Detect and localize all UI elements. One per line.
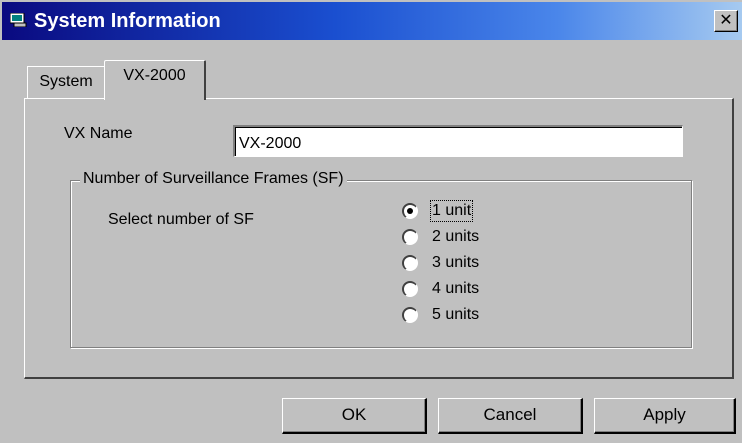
radio-2-units-label: 2 units xyxy=(432,228,480,245)
title-bar[interactable]: System Information ✕ xyxy=(2,2,742,40)
radio-5-units-label: 5 units xyxy=(432,306,480,323)
close-button[interactable]: ✕ xyxy=(714,10,738,32)
sf-groupbox xyxy=(70,180,692,348)
sf-group-legend: Number of Surveillance Frames (SF) xyxy=(80,170,347,188)
apply-button[interactable]: Apply xyxy=(594,398,736,434)
vx-name-label: VX Name xyxy=(64,125,133,142)
cancel-button[interactable]: Cancel xyxy=(438,398,583,434)
select-sf-label: Select number of SF xyxy=(108,211,254,228)
radio-button-icon xyxy=(402,307,418,323)
ok-button[interactable]: OK xyxy=(282,398,427,434)
tab-vx-2000[interactable]: VX-2000 xyxy=(104,60,206,100)
radio-button-checked-icon xyxy=(402,203,418,219)
window-title: System Information xyxy=(34,10,221,32)
radio-4-units-label: 4 units xyxy=(432,280,480,297)
tab-system[interactable]: System xyxy=(27,66,105,98)
system-window-icon xyxy=(10,13,27,27)
radio-button-icon xyxy=(402,281,418,297)
radio-1-unit-label: 1 unit xyxy=(430,200,474,222)
radio-button-icon xyxy=(402,229,418,245)
radio-3-units-label: 3 units xyxy=(432,254,480,271)
vx-name-input[interactable] xyxy=(233,125,683,157)
radio-button-icon xyxy=(402,255,418,271)
system-information-dialog: System Information ✕ System VX-2000 VX N… xyxy=(0,0,742,443)
